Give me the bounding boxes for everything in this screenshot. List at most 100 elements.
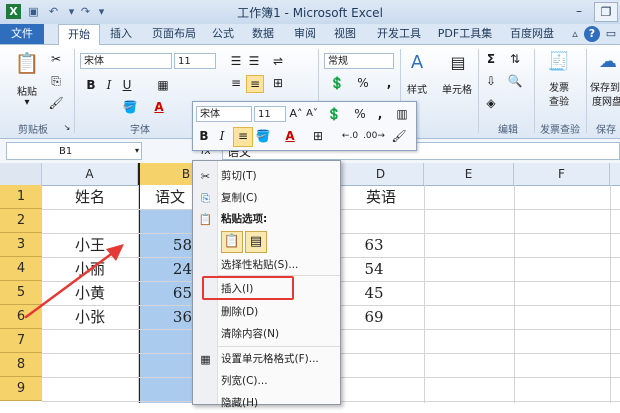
invoice-button-line2[interactable]: 查验: [540, 93, 578, 108]
cell-a1[interactable]: 姓名: [42, 185, 138, 209]
cell-d3[interactable]: 63: [338, 233, 410, 257]
cell-b6[interactable]: 36: [162, 305, 192, 329]
align-top-icon[interactable]: ☰: [228, 53, 244, 69]
font-name-select[interactable]: 宋体: [80, 53, 172, 69]
name-box-dropdown-icon[interactable]: ▾: [132, 143, 142, 159]
font-color-icon[interactable]: A: [152, 99, 166, 115]
row-header-1[interactable]: 1: [0, 185, 42, 209]
fill-color-icon[interactable]: 🪣: [122, 99, 138, 115]
cell-b4[interactable]: 24: [162, 257, 192, 281]
accounting-icon[interactable]: 💲: [328, 75, 346, 91]
align-middle-icon[interactable]: ☰: [246, 53, 262, 69]
clipboard-launcher-icon[interactable]: ↘: [62, 123, 72, 133]
select-all-corner[interactable]: [0, 163, 42, 185]
row-header-9[interactable]: 9: [0, 377, 42, 401]
paste-dropdown-icon[interactable]: ▾: [12, 97, 42, 108]
cut-icon[interactable]: ✂: [48, 51, 64, 67]
mini-shrink-font-icon[interactable]: A˅: [305, 106, 319, 122]
wrap-text-icon[interactable]: ⇌: [270, 53, 286, 69]
mini-comma-icon[interactable]: ,: [375, 106, 385, 122]
menu-hide[interactable]: 隐藏(H): [221, 393, 258, 413]
cell-d6[interactable]: 69: [338, 305, 410, 329]
tab-baidu[interactable]: 百度网盘: [504, 24, 560, 44]
underline-icon[interactable]: U: [120, 77, 134, 93]
cell-b1[interactable]: 语文: [140, 185, 200, 209]
mini-grow-font-icon[interactable]: A˄: [289, 106, 303, 122]
menu-format-cells[interactable]: 设置单元格格式(F)...: [221, 349, 319, 369]
cell-b3[interactable]: 58: [162, 233, 192, 257]
invoice-button-line1[interactable]: 发票: [540, 79, 578, 94]
merge-center-icon[interactable]: ⊞: [270, 75, 286, 91]
column-header-a[interactable]: A: [42, 163, 138, 185]
tab-page-layout[interactable]: 页面布局: [146, 24, 202, 44]
mini-percent-icon[interactable]: %: [353, 106, 367, 122]
styles-button[interactable]: 样式: [402, 81, 432, 96]
clear-icon[interactable]: ◈: [484, 95, 498, 111]
autosum-icon[interactable]: Σ: [484, 51, 498, 67]
styles-icon[interactable]: A: [406, 51, 428, 75]
cell-d5[interactable]: 45: [338, 281, 410, 305]
tab-data[interactable]: 数据: [248, 24, 278, 44]
mini-decrease-decimal-icon[interactable]: .00→: [363, 128, 385, 144]
row-header-7[interactable]: 7: [0, 329, 42, 353]
tab-file[interactable]: 文件: [0, 24, 44, 44]
column-header-f[interactable]: F: [514, 163, 610, 185]
number-format-select[interactable]: 常规: [324, 53, 394, 69]
italic-icon[interactable]: I: [102, 77, 116, 93]
mini-center-icon[interactable]: ≡: [233, 127, 253, 147]
font-size-select[interactable]: 11: [174, 53, 216, 69]
paste-option-values-icon[interactable]: ▤: [245, 231, 267, 253]
column-header-d[interactable]: D: [338, 163, 424, 185]
save-button-line1[interactable]: 保存到: [590, 79, 620, 94]
mini-accounting-icon[interactable]: 💲: [325, 106, 343, 122]
mini-format-painter-icon[interactable]: ▥: [393, 106, 411, 122]
menu-paste-special[interactable]: 选择性粘贴(S)...: [221, 255, 298, 275]
menu-cut[interactable]: 剪切(T): [221, 166, 257, 186]
percent-icon[interactable]: %: [356, 75, 370, 91]
fill-icon[interactable]: ⇩: [484, 73, 498, 89]
menu-clear-contents[interactable]: 清除内容(N): [221, 324, 279, 344]
paste-button[interactable]: 粘贴: [12, 83, 42, 98]
mini-bold-icon[interactable]: B: [197, 128, 211, 144]
mini-increase-decimal-icon[interactable]: ←.0: [339, 128, 361, 144]
paste-icon[interactable]: 📋: [14, 49, 40, 77]
find-select-icon[interactable]: 🔍: [506, 73, 524, 89]
restore-icon[interactable]: ❐: [594, 2, 618, 22]
name-box[interactable]: B1: [6, 142, 142, 160]
tab-developer[interactable]: 开发工具: [372, 24, 426, 44]
align-center-icon[interactable]: ≡: [246, 75, 264, 93]
menu-copy[interactable]: 复制(C): [221, 188, 258, 208]
column-header-e[interactable]: E: [424, 163, 514, 185]
minimize-icon[interactable]: –: [568, 2, 590, 20]
cells-icon[interactable]: ▤: [446, 51, 470, 75]
row-header-2[interactable]: 2: [0, 209, 42, 233]
mini-fill-color-icon[interactable]: 🪣: [255, 128, 271, 144]
tab-home[interactable]: 开始: [58, 24, 100, 45]
mini-italic-icon[interactable]: I: [215, 128, 229, 144]
menu-column-width[interactable]: 列宽(C)...: [221, 371, 268, 391]
mini-borders-icon[interactable]: ⊞: [311, 128, 325, 144]
mini-font-size-select[interactable]: 11: [254, 106, 286, 122]
tab-pdf[interactable]: PDF工具集: [436, 24, 494, 44]
align-left-icon[interactable]: ≡: [228, 75, 244, 91]
mini-eraser-icon[interactable]: 🖌: [391, 128, 407, 144]
comma-icon[interactable]: ,: [384, 75, 394, 91]
paste-option-keep-icon[interactable]: 📋: [221, 231, 243, 253]
cell-d1[interactable]: 英语: [338, 185, 424, 209]
mini-font-color-icon[interactable]: A: [283, 128, 297, 144]
cell-d4[interactable]: 54: [338, 257, 410, 281]
tab-formulas[interactable]: 公式: [208, 24, 238, 44]
invoice-icon[interactable]: 🧾: [546, 49, 572, 75]
borders-icon[interactable]: ▦: [156, 77, 170, 93]
format-painter-icon[interactable]: 🖌: [48, 95, 64, 111]
tab-review[interactable]: 审阅: [290, 24, 320, 44]
collapse-ribbon-icon[interactable]: ▵: [568, 24, 582, 44]
copy-icon[interactable]: ⎘: [48, 73, 64, 89]
mini-font-name-select[interactable]: 宋体: [196, 106, 252, 122]
tab-view[interactable]: 视图: [330, 24, 360, 44]
help-icon[interactable]: ?: [584, 26, 600, 42]
bold-icon[interactable]: B: [84, 77, 98, 93]
save-button-line2[interactable]: 度网盘: [592, 93, 620, 108]
cells-button[interactable]: 单元格: [438, 81, 476, 96]
baidu-save-icon[interactable]: ☁: [596, 49, 620, 75]
